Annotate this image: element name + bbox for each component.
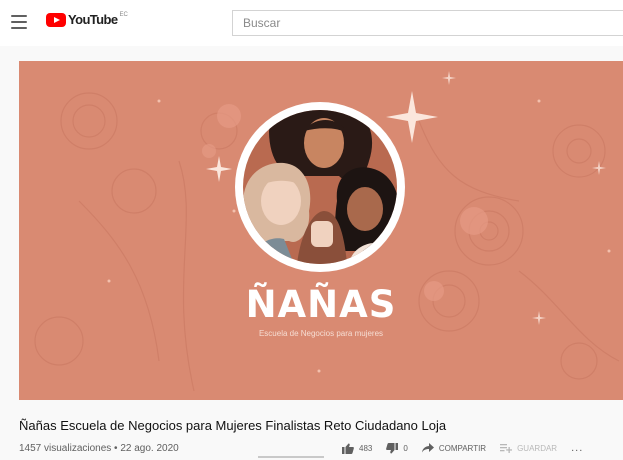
brand-title: ÑAÑAS: [245, 283, 397, 326]
video-player[interactable]: ÑAÑAS Escuela de Negocios para mujeres: [19, 61, 623, 400]
dislike-button[interactable]: 0: [386, 442, 408, 454]
logo-text: YouTube: [68, 12, 118, 27]
hamburger-menu-icon[interactable]: [11, 15, 27, 29]
like-count: 483: [359, 443, 373, 453]
country-code: EC: [119, 12, 128, 18]
thumbs-down-icon: [386, 442, 399, 453]
save-label: GUARDAR: [517, 443, 558, 453]
video-actions: 483 0 COMPARTIR GUARDAR ...: [342, 442, 583, 454]
thumbs-up-icon: [342, 443, 354, 454]
save-button[interactable]: GUARDAR: [500, 443, 557, 453]
youtube-logo[interactable]: YouTube EC: [46, 12, 128, 27]
divider: [258, 456, 324, 458]
youtube-play-icon: [46, 13, 66, 27]
video-thumbnail-art: [34, 71, 620, 392]
playlist-add-icon: [500, 444, 513, 453]
share-button[interactable]: COMPARTIR: [421, 443, 487, 453]
search-input[interactable]: [232, 10, 623, 36]
like-button[interactable]: 483: [342, 443, 372, 454]
views-date: 1457 visualizaciones • 22 ago. 2020: [19, 443, 179, 454]
more-actions-button[interactable]: ...: [571, 442, 583, 454]
top-bar: YouTube EC: [0, 0, 623, 46]
dislike-count: 0: [403, 443, 408, 453]
brand-tagline: Escuela de Negocios para mujeres: [258, 329, 384, 338]
share-arrow-icon: [421, 443, 434, 453]
share-label: COMPARTIR: [438, 443, 487, 453]
video-title: Ñañas Escuela de Negocios para Mujeres F…: [19, 418, 447, 433]
